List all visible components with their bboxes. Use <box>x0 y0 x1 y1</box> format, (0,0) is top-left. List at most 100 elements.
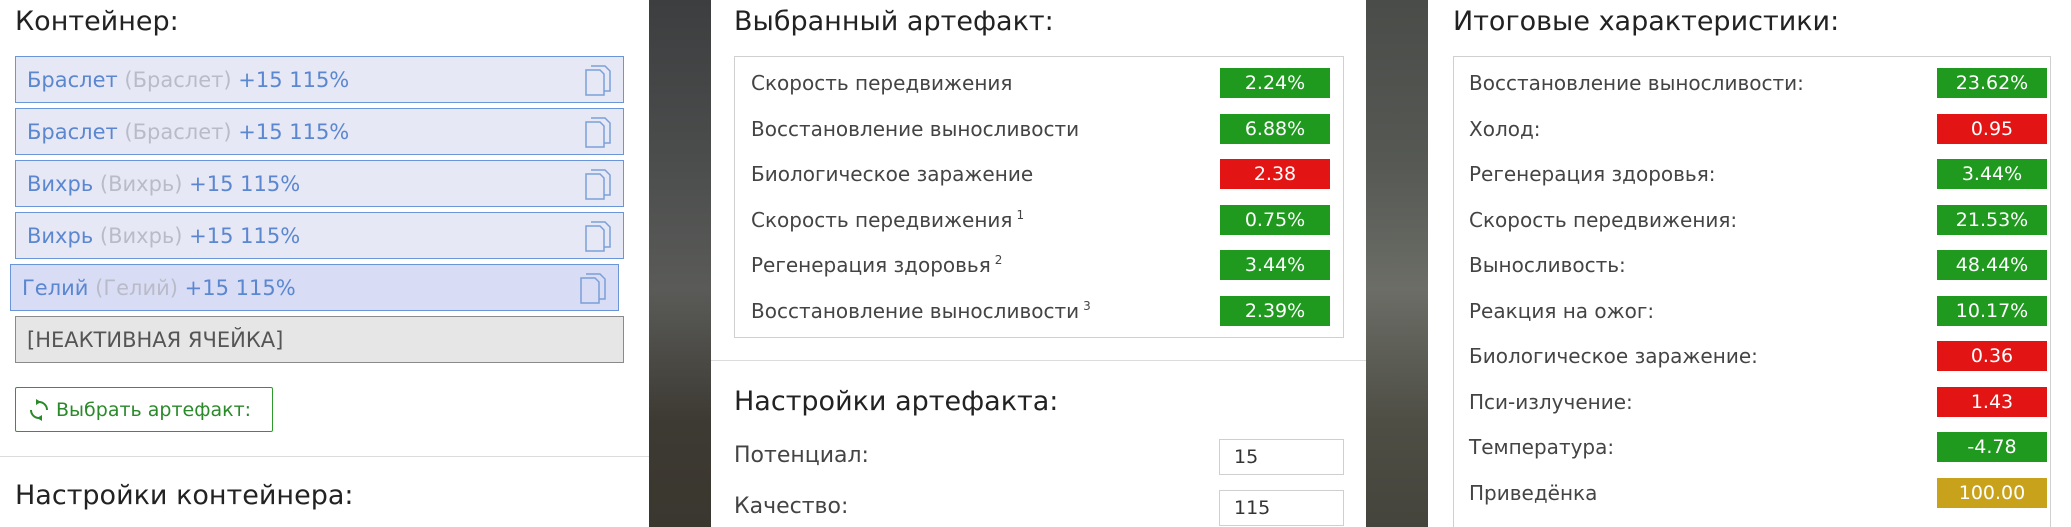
slot-name: Вихрь <box>27 171 94 196</box>
copy-icon[interactable] <box>585 169 611 200</box>
potential-input[interactable] <box>1219 439 1344 475</box>
slot-alt-name: (Вихрь) <box>99 171 183 196</box>
artifact-stats-table: Скорость передвижения 2.24% Восстановление… <box>734 56 1344 338</box>
stat-label: Восстановление выносливости: <box>1469 71 1804 95</box>
stat-value-badge: 0.95 <box>1937 113 2047 144</box>
artifact-stat-row: Регенерация здоровья 2 3.44% <box>735 243 1343 287</box>
stat-value-badge: 48.44% <box>1937 250 2047 280</box>
stat-label: Скорость передвижения <box>751 71 1012 95</box>
totals-stats-table: Восстановление выносливости: 23.62% Холод:… <box>1453 56 2051 527</box>
inactive-slot: [НЕАКТИВНАЯ ЯЧЕЙКА] <box>15 316 624 363</box>
stat-footnote: 1 <box>1016 207 1025 222</box>
stat-label: Скорость передвижения 1 <box>751 208 1024 232</box>
divider <box>0 456 649 457</box>
stat-label-text: Восстановление выносливости <box>751 116 1080 141</box>
container-slot[interactable]: Браслет (Браслет) +15 115% <box>15 108 624 155</box>
slot-alt-name: (Вихрь) <box>99 223 183 248</box>
quality-input[interactable] <box>1219 490 1344 526</box>
stat-label-text: Скорость передвижения <box>751 71 1013 95</box>
stat-value-badge: 100.00 <box>1937 477 2047 508</box>
stat-value-badge: 21.53% <box>1937 204 2047 235</box>
artifact-stat-row: Биологическое заражение 2.38 <box>735 152 1343 196</box>
stat-value-badge: 10.17% <box>1937 295 2047 326</box>
stat-value-badge: 2.24% <box>1220 68 1330 98</box>
copy-icon[interactable] <box>580 273 606 304</box>
container-panel: Контейнер: Браслет (Браслет) +15 115% Бра… <box>0 0 649 527</box>
slot-alt-name: (Браслет) <box>124 67 232 92</box>
copy-icon[interactable] <box>585 221 611 252</box>
total-stat-row: Приведёнка 100.00 <box>1454 471 2050 515</box>
total-stat-row: Скорость передвижения: 21.53% <box>1454 198 2050 242</box>
total-stat-row: Выносливость: 48.44% <box>1454 243 2050 287</box>
slot-name: Гелий <box>22 275 89 300</box>
stat-label: Регенерация здоровья 2 <box>751 253 1002 277</box>
stat-value-badge: 3.44% <box>1220 250 1330 280</box>
stat-label-text: Скорость передвижения <box>751 207 1013 232</box>
stat-label: Пси-излучение: <box>1469 389 1633 414</box>
container-slot[interactable]: Браслет (Браслет) +15 115% <box>15 56 624 103</box>
background-image-left <box>649 0 711 527</box>
quality-label: Качество: <box>734 494 849 519</box>
stat-label-text: Регенерация здоровья <box>751 253 991 277</box>
container-slot[interactable]: Гелий (Гелий) +15 115% <box>10 264 619 311</box>
container-settings-title: Настройки контейнера: <box>15 480 354 511</box>
stat-label: Температура: <box>1469 435 1615 459</box>
artifact-stat-row: Скорость передвижения 1 0.75% <box>735 198 1343 242</box>
slot-name: Браслет <box>27 67 118 92</box>
stat-label: Регенерация здоровья: <box>1469 162 1716 186</box>
stat-label: Скорость передвижения: <box>1469 207 1738 232</box>
refresh-icon <box>30 398 48 421</box>
slot-name: Вихрь <box>27 223 94 248</box>
total-stat-row: Регенерация здоровья: 3.44% <box>1454 152 2050 196</box>
stat-value-badge: 6.88% <box>1220 113 1330 144</box>
stat-value-badge: 2.38 <box>1220 159 1330 189</box>
stat-value-badge: 3.44% <box>1937 159 2047 189</box>
inactive-slot-label: [НЕАКТИВНАЯ ЯЧЕЙКА] <box>27 327 284 352</box>
slot-level: +15 115% <box>238 67 350 92</box>
stat-label-text: Восстановление выносливости <box>751 298 1080 323</box>
stat-value-badge: 23.62% <box>1937 68 2047 98</box>
totals-panel: Итоговые характеристики: Восстановление … <box>1428 0 2071 527</box>
slot-alt-name: (Браслет) <box>124 119 232 144</box>
stat-value-badge: 0.36 <box>1937 341 2047 371</box>
stat-value-badge: -4.78 <box>1937 432 2047 462</box>
potential-label: Потенциал: <box>734 443 869 468</box>
divider <box>711 360 1366 361</box>
slot-alt-name: (Гелий) <box>95 275 178 300</box>
background-image-right <box>1366 0 1428 527</box>
container-slot[interactable]: Вихрь (Вихрь) +15 115% <box>15 160 624 207</box>
total-stat-row: Реакция на ожог: 10.17% <box>1454 289 2050 333</box>
slot-level: +15 115% <box>184 275 296 300</box>
container-title: Контейнер: <box>15 6 179 37</box>
artifact-stat-row: Восстановление выносливости 6.88% <box>735 107 1343 151</box>
pick-artifact-label: Выбрать артефакт: <box>56 398 252 421</box>
stat-label: Биологическое заражение: <box>1469 344 1758 368</box>
total-stat-row: Пси-излучение: 1.43 <box>1454 380 2050 424</box>
total-stat-row: Восстановление выносливости: 23.62% <box>1454 61 2050 105</box>
artifact-stat-row: Скорость передвижения 2.24% <box>735 61 1343 105</box>
pick-artifact-button[interactable]: Выбрать артефакт: <box>15 387 273 432</box>
copy-icon[interactable] <box>585 117 611 148</box>
artifact-title: Выбранный артефакт: <box>734 6 1054 37</box>
container-slot[interactable]: Вихрь (Вихрь) +15 115% <box>15 212 624 259</box>
total-stat-row: Температура: -4.78 <box>1454 425 2050 469</box>
stat-label: Приведёнка <box>1469 480 1598 505</box>
stat-footnote: 3 <box>1083 298 1091 313</box>
stat-label: Реакция на ожог: <box>1469 298 1655 323</box>
stat-value-badge: 1.43 <box>1937 386 2047 417</box>
stat-footnote: 2 <box>994 253 1003 268</box>
total-stat-row: Биологическое заражение: 0.36 <box>1454 334 2050 378</box>
slot-name: Браслет <box>27 119 118 144</box>
slot-level: +15 115% <box>238 119 350 144</box>
artifact-settings-title: Настройки артефакта: <box>734 386 1059 417</box>
stat-label: Выносливость: <box>1469 253 1626 277</box>
copy-icon[interactable] <box>585 65 611 96</box>
stat-label: Восстановление выносливости <box>751 117 1079 141</box>
stat-label: Биологическое заражение <box>751 162 1033 186</box>
totals-title: Итоговые характеристики: <box>1453 6 1840 37</box>
stat-label-text: Биологическое заражение <box>751 162 1034 186</box>
artifact-stat-row: Восстановление выносливости 3 2.39% <box>735 289 1343 333</box>
stat-value-badge: 2.39% <box>1220 295 1330 326</box>
stat-label: Холод: <box>1469 116 1541 141</box>
stat-label: Восстановление выносливости 3 <box>751 299 1091 323</box>
